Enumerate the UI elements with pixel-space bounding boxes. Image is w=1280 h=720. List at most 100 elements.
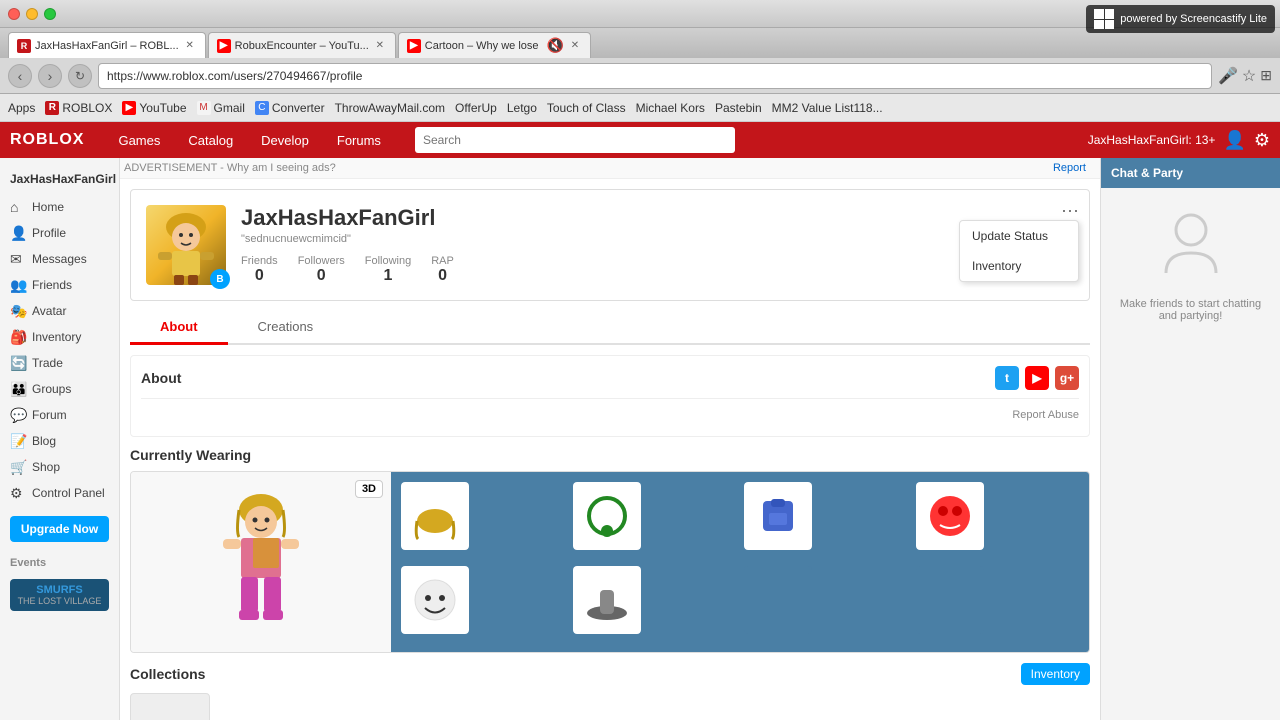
bookmark-gmail[interactable]: M Gmail xyxy=(197,101,245,115)
item-cell-face2[interactable] xyxy=(401,566,469,634)
sidebar-item-friends[interactable]: 👥 Friends xyxy=(0,272,119,298)
bookmark-pastebin[interactable]: Pastebin xyxy=(715,101,762,115)
about-section: About t ▶ g+ Report Abuse xyxy=(130,355,1090,437)
tab-cartoon[interactable]: ▶ Cartoon – Why we lose 🔇 ✕ xyxy=(398,32,591,58)
tab-creations[interactable]: Creations xyxy=(228,311,344,345)
collection-item[interactable] xyxy=(130,693,210,720)
social-icons: t ▶ g+ xyxy=(995,366,1079,390)
update-status-item[interactable]: Update Status xyxy=(960,221,1078,251)
mic-icon[interactable]: 🎤 xyxy=(1218,66,1238,86)
youtube-favicon: ▶ xyxy=(122,101,136,115)
item-cell-hair[interactable] xyxy=(401,482,469,550)
item-cell-face[interactable] xyxy=(916,482,984,550)
gmail-bk-label: Gmail xyxy=(214,101,245,115)
user-icon[interactable]: 👤 xyxy=(1223,130,1245,151)
bookmark-converter[interactable]: C Converter xyxy=(255,101,325,115)
audio-icon[interactable]: 🔇 xyxy=(547,37,564,54)
report-link[interactable]: Report xyxy=(1053,162,1086,174)
avatar-container: B xyxy=(146,205,226,285)
throwaway-bk-label: ThrowAwayMail.com xyxy=(335,101,445,115)
bookmark-michael[interactable]: Michael Kors xyxy=(636,101,705,115)
minimize-window-btn[interactable] xyxy=(26,8,38,20)
item-cell-hat[interactable] xyxy=(573,566,641,634)
sidebar-item-inventory[interactable]: 🎒 Inventory xyxy=(0,324,119,350)
forward-button[interactable]: › xyxy=(38,64,62,88)
close-window-btn[interactable] xyxy=(8,8,20,20)
collections-inventory-button[interactable]: Inventory xyxy=(1021,663,1090,685)
nav-develop[interactable]: Develop xyxy=(247,122,323,158)
sidebar-item-messages[interactable]: ✉ Messages xyxy=(0,246,119,272)
sidebar-username: JaxHasHaxFanGirl xyxy=(0,168,119,194)
nav-games[interactable]: Games xyxy=(104,122,174,158)
screencastify-watermark: powered by Screencastify Lite xyxy=(1086,5,1275,33)
offerup-bk-label: OfferUp xyxy=(455,101,497,115)
three-d-button[interactable]: 3D xyxy=(355,480,383,498)
url-bar[interactable]: https://www.roblox.com/users/270494667/p… xyxy=(98,63,1212,89)
extensions-icon[interactable]: ⊞ xyxy=(1260,67,1272,84)
item-cell-backpack[interactable] xyxy=(744,482,812,550)
friends-label: Friends xyxy=(241,255,278,267)
back-button[interactable]: ‹ xyxy=(8,64,32,88)
sidebar-item-home[interactable]: ⌂ Home xyxy=(0,194,119,220)
sidebar-messages-label: Messages xyxy=(32,252,87,266)
gplus-button[interactable]: g+ xyxy=(1055,366,1079,390)
converter-favicon: C xyxy=(255,101,269,115)
smurfs-banner[interactable]: SMURFS THE LOST VILLAGE xyxy=(10,579,109,611)
sidebar-avatar-label: Avatar xyxy=(32,304,66,318)
nav-forums[interactable]: Forums xyxy=(323,122,395,158)
sidebar-item-avatar[interactable]: 🎭 Avatar xyxy=(0,298,119,324)
maximize-window-btn[interactable] xyxy=(44,8,56,20)
bookmark-touch[interactable]: Touch of Class xyxy=(547,101,626,115)
settings-icon[interactable]: ⚙ xyxy=(1254,130,1270,151)
sidebar-item-trade[interactable]: 🔄 Trade xyxy=(0,350,119,376)
trade-icon: 🔄 xyxy=(10,355,26,371)
refresh-button[interactable]: ↻ xyxy=(68,64,92,88)
item-cell-necklace[interactable] xyxy=(573,482,641,550)
sidebar-item-groups[interactable]: 👪 Groups xyxy=(0,376,119,402)
sidebar-item-blog[interactable]: 📝 Blog xyxy=(0,428,119,454)
avatar-badge: B xyxy=(210,269,230,289)
tab-roblox-close[interactable]: ✕ xyxy=(183,39,197,53)
bookmark-mm2[interactable]: MM2 Value List118... xyxy=(772,101,883,115)
youtube-button[interactable]: ▶ xyxy=(1025,366,1049,390)
report-abuse-link[interactable]: Report Abuse xyxy=(141,404,1079,426)
blog-icon: 📝 xyxy=(10,433,26,449)
screencastify-logo xyxy=(1094,9,1114,29)
avatar-3d-figure xyxy=(201,482,321,642)
star-icon[interactable]: ☆ xyxy=(1242,66,1256,86)
bookmark-offerup[interactable]: OfferUp xyxy=(455,101,497,115)
rap-label: RAP xyxy=(431,255,454,267)
bookmark-youtube[interactable]: ▶ YouTube xyxy=(122,101,186,115)
upgrade-now-button[interactable]: Upgrade Now xyxy=(10,516,109,542)
tab-roblox[interactable]: R JaxHasHaxFanGirl – ROBL... ✕ xyxy=(8,32,206,58)
user-area: JaxHasHaxFanGirl: 13+ 👤 ⚙ xyxy=(1088,130,1270,151)
bookmark-throwaway[interactable]: ThrowAwayMail.com xyxy=(335,101,445,115)
bookmark-apps[interactable]: Apps xyxy=(8,101,35,115)
sidebar-item-shop[interactable]: 🛒 Shop xyxy=(0,454,119,480)
right-panel: Chat & Party Make friends to start chatt… xyxy=(1100,158,1280,720)
sidebar-item-profile[interactable]: 👤 Profile xyxy=(0,220,119,246)
inventory-item[interactable]: Inventory xyxy=(960,251,1078,281)
sidebar-item-forum[interactable]: 💬 Forum xyxy=(0,402,119,428)
tab-cartoon-close[interactable]: ✕ xyxy=(568,39,582,53)
more-options-button[interactable]: ··· xyxy=(1061,200,1079,221)
bookmark-roblox[interactable]: R ROBLOX xyxy=(45,101,112,115)
nav-catalog[interactable]: Catalog xyxy=(174,122,247,158)
twitter-button[interactable]: t xyxy=(995,366,1019,390)
roblox-logo: ROBLOX xyxy=(10,131,84,149)
control-icon: ⚙ xyxy=(10,485,26,501)
search-input[interactable] xyxy=(415,127,735,153)
tab-roblox-favicon: R xyxy=(17,39,31,53)
sidebar-item-control-panel[interactable]: ⚙ Control Panel xyxy=(0,480,119,506)
sidebar-forum-label: Forum xyxy=(32,408,67,422)
tab-about[interactable]: About xyxy=(130,311,228,345)
bookmark-letgo[interactable]: Letgo xyxy=(507,101,537,115)
tab-youtube[interactable]: ▶ RobuxEncounter – YouTu... ✕ xyxy=(208,32,396,58)
following-value: 1 xyxy=(365,267,411,285)
sidebar-friends-label: Friends xyxy=(32,278,72,292)
collections-items xyxy=(130,693,1090,720)
rap-value: 0 xyxy=(431,267,454,285)
sidebar-profile-label: Profile xyxy=(32,226,66,240)
collections-header: Collections Inventory xyxy=(130,663,1090,685)
tab-youtube-close[interactable]: ✕ xyxy=(373,39,387,53)
